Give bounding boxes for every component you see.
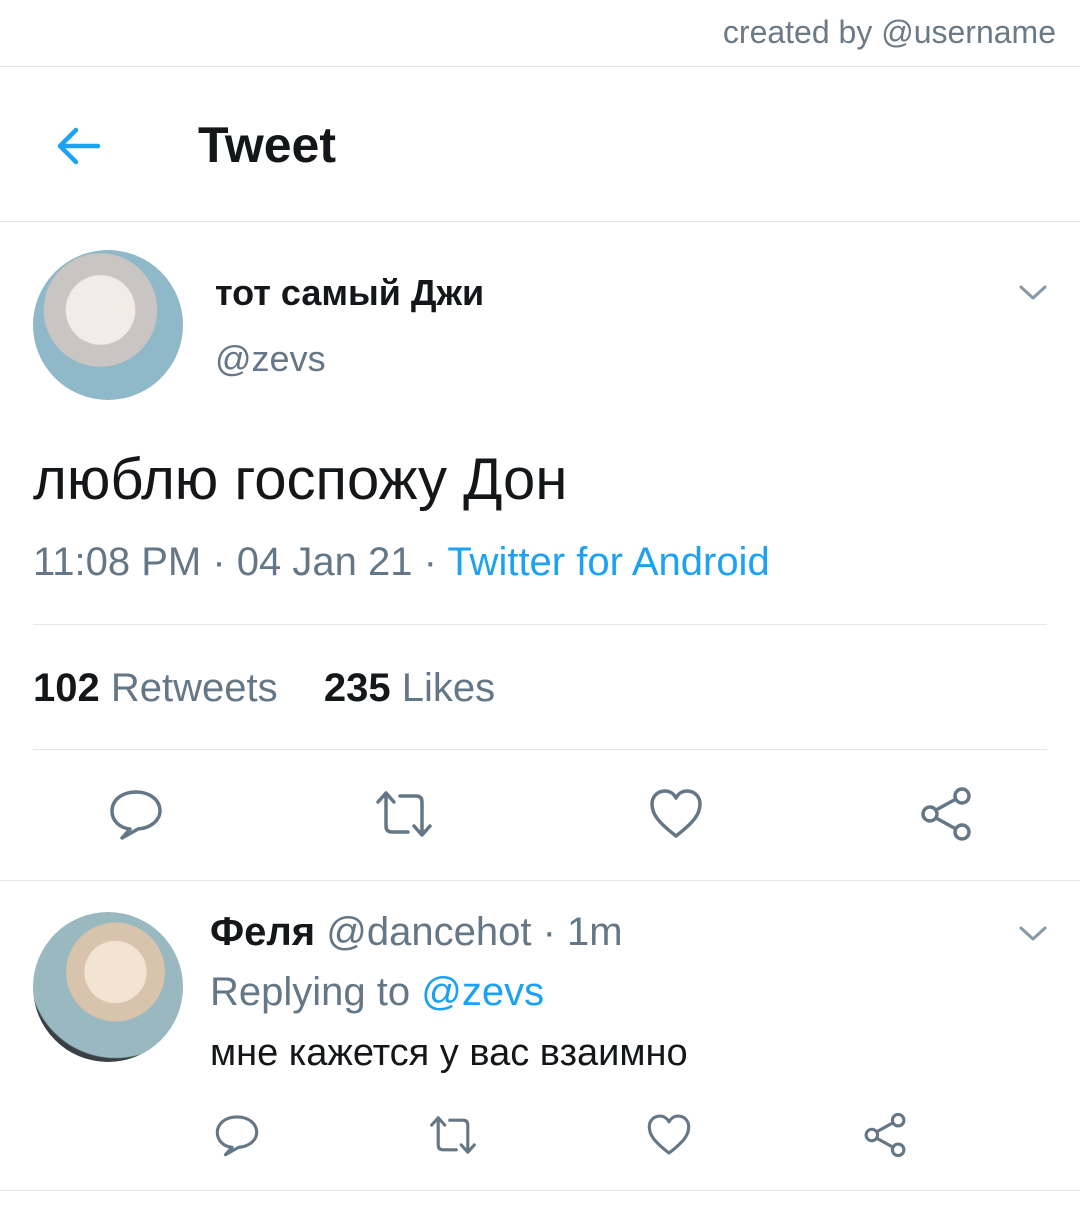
- tweet-stats: 102 Retweets 235 Likes: [33, 666, 495, 711]
- replying-to: Replying to @zevs: [210, 970, 544, 1015]
- divider: [0, 1190, 1080, 1191]
- retweets-stat[interactable]: 102 Retweets: [33, 666, 278, 710]
- user-handle[interactable]: @zevs: [215, 338, 326, 380]
- retweet-label: Retweets: [110, 666, 278, 710]
- retweet-icon: [376, 791, 432, 837]
- separator: ·: [412, 540, 448, 584]
- reply-reply-button[interactable]: [214, 1112, 260, 1158]
- share-button[interactable]: [918, 786, 974, 842]
- tweet-source-link[interactable]: Twitter for Android: [447, 540, 769, 584]
- comment-icon: [110, 790, 162, 840]
- page-title: Tweet: [198, 117, 336, 173]
- chevron-down-icon: [1019, 926, 1047, 941]
- separator: ·: [201, 540, 237, 584]
- share-icon: [921, 787, 971, 841]
- retweet-icon: [430, 1116, 476, 1154]
- reply-avatar[interactable]: [33, 912, 183, 1062]
- avatar[interactable]: [33, 250, 183, 400]
- back-button[interactable]: [52, 120, 104, 172]
- tweet-time: 11:08 PM: [33, 540, 202, 584]
- display-name[interactable]: тот самый Джи: [215, 272, 484, 314]
- retweet-button[interactable]: [374, 786, 432, 842]
- divider: [0, 221, 1080, 222]
- replying-mention-link[interactable]: @zevs: [421, 970, 544, 1014]
- separator: ·: [531, 910, 568, 954]
- comment-icon: [215, 1115, 259, 1157]
- divider: [0, 880, 1080, 881]
- tweet-meta: 11:08 PM · 04 Jan 21 · Twitter for Andro…: [33, 540, 770, 585]
- divider: [33, 624, 1047, 625]
- heart-icon: [647, 1114, 691, 1155]
- retweet-count: 102: [33, 666, 100, 710]
- replying-prefix: Replying to: [210, 970, 422, 1014]
- reply-text: мне кажется у вас взаимно: [210, 1032, 688, 1074]
- tweet-date: 04 Jan 21: [236, 540, 413, 584]
- reply-button[interactable]: [108, 786, 164, 842]
- share-icon: [864, 1112, 906, 1158]
- tweet-menu-button[interactable]: [1018, 283, 1048, 303]
- like-label: Likes: [401, 666, 496, 710]
- like-count: 235: [323, 666, 391, 710]
- reply-menu-button[interactable]: [1018, 924, 1048, 944]
- reply-like-button[interactable]: [646, 1112, 692, 1158]
- reply-header: Феля @dancehot · 1m: [210, 910, 623, 955]
- divider: [0, 66, 1080, 67]
- divider: [33, 749, 1047, 750]
- reply-age: 1m: [567, 910, 623, 954]
- tweet-text: люблю госпожу Дон: [33, 447, 568, 512]
- reply-display-name[interactable]: Феля: [210, 910, 315, 954]
- watermark-text: created by @username: [722, 14, 1056, 50]
- arrow-left-icon: [57, 127, 101, 165]
- chevron-down-icon: [1019, 285, 1047, 300]
- reply-share-button[interactable]: [862, 1112, 908, 1158]
- reply-handle[interactable]: @dancehot: [326, 910, 531, 954]
- like-button[interactable]: [648, 786, 704, 842]
- reply-retweet-button[interactable]: [428, 1112, 476, 1158]
- heart-icon: [650, 789, 702, 838]
- likes-stat[interactable]: 235 Likes: [324, 666, 495, 710]
